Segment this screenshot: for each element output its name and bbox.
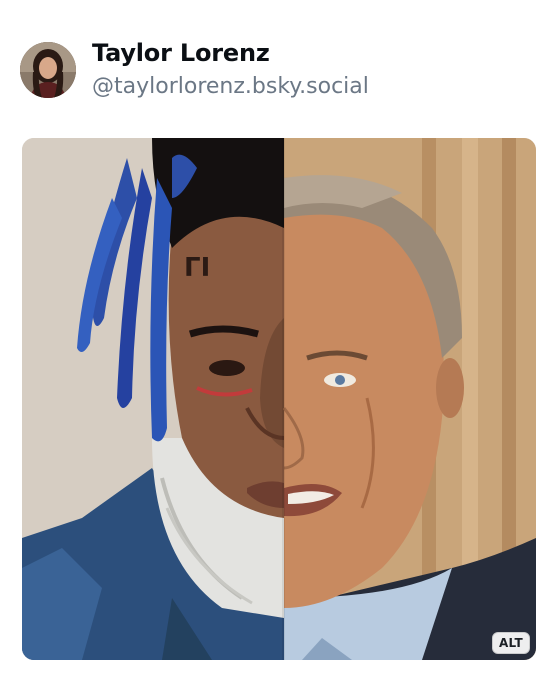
svg-text:ΓΙ: ΓΙ — [184, 253, 210, 283]
avatar-photo-icon — [20, 42, 76, 98]
split-face-photo-icon: ΓΙ — [22, 138, 536, 660]
author-avatar[interactable] — [20, 42, 76, 98]
post-image[interactable]: ΓΙ ALT — [22, 138, 536, 660]
post-card: Taylor Lorenz @taylorlorenz.bsky.social — [0, 0, 558, 680]
author-handle[interactable]: @taylorlorenz.bsky.social — [92, 72, 369, 102]
author-display-name[interactable]: Taylor Lorenz — [92, 38, 369, 68]
post-header: Taylor Lorenz @taylorlorenz.bsky.social — [20, 38, 369, 102]
author-names: Taylor Lorenz @taylorlorenz.bsky.social — [92, 38, 369, 102]
alt-text-button[interactable]: ALT — [491, 632, 530, 654]
